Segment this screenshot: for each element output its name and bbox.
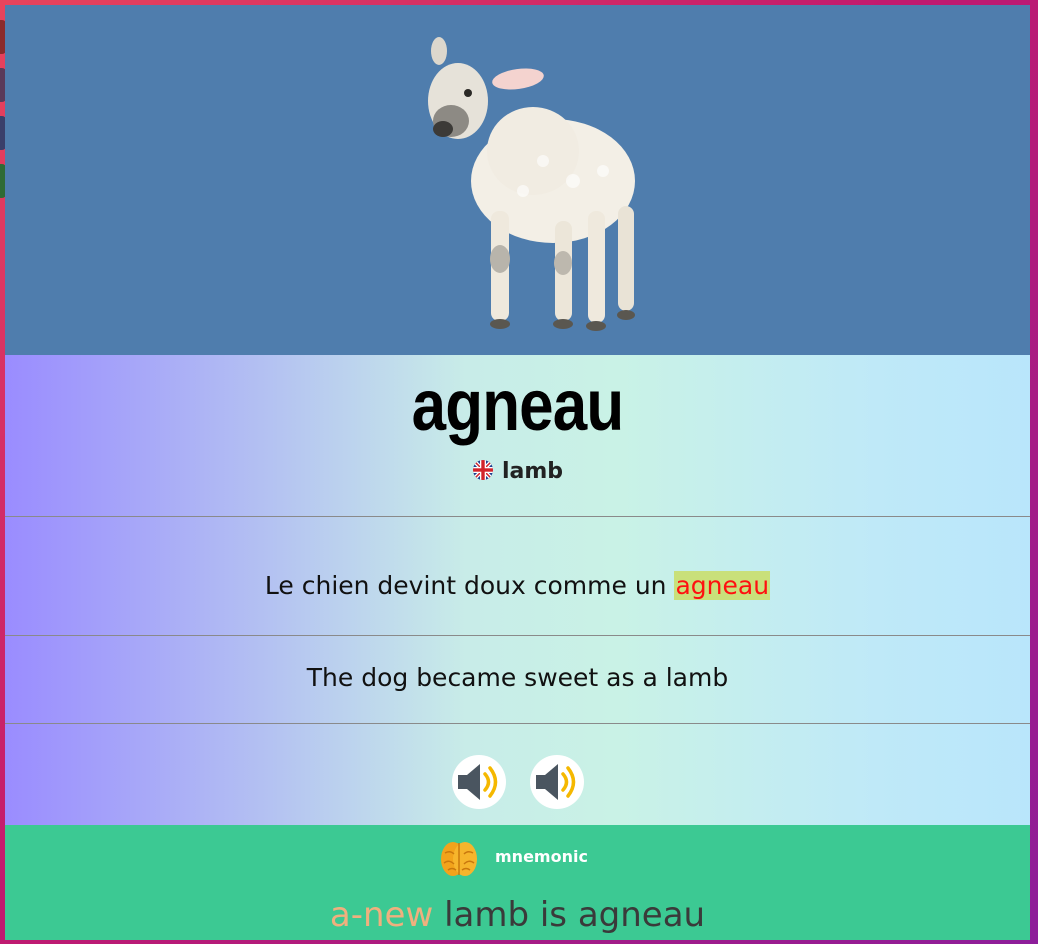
speaker-icon [458, 764, 498, 800]
play-audio-sentence-button[interactable] [530, 755, 584, 809]
translation-row: lamb [5, 459, 1030, 484]
example-sentence-en: The dog became sweet as a lamb [306, 663, 729, 692]
mnemonic-rest: lamb is agneau [433, 895, 706, 935]
divider [5, 516, 1030, 517]
mnemonic-text: a-new lamb is agneau [5, 895, 1030, 935]
play-audio-word-button[interactable] [452, 755, 506, 809]
mnemonic-section: mnemonic a-new lamb is agneau [5, 825, 1030, 940]
speaker-icon [536, 764, 576, 800]
card-image-area [5, 5, 1030, 355]
translation-text: lamb [501, 459, 564, 484]
mnemonic-label: mnemonic [495, 847, 588, 866]
highlighted-word: agneau [674, 571, 771, 600]
flashcard: agneau lamb Le chien devint doux comme u… [5, 5, 1030, 940]
divider [5, 723, 1030, 724]
uk-flag-icon [472, 460, 493, 480]
divider [5, 635, 1030, 636]
example-sentence-fr: Le chien devint doux comme un agneau [5, 571, 1030, 600]
word-title: agneau [411, 366, 624, 446]
brain-icon [441, 842, 477, 876]
lamb-image [428, 37, 635, 331]
card-body: agneau lamb Le chien devint doux comme u… [5, 355, 1030, 825]
mnemonic-accent: a-new [329, 895, 434, 935]
example-fr-text: Le chien devint doux comme un [264, 571, 675, 600]
